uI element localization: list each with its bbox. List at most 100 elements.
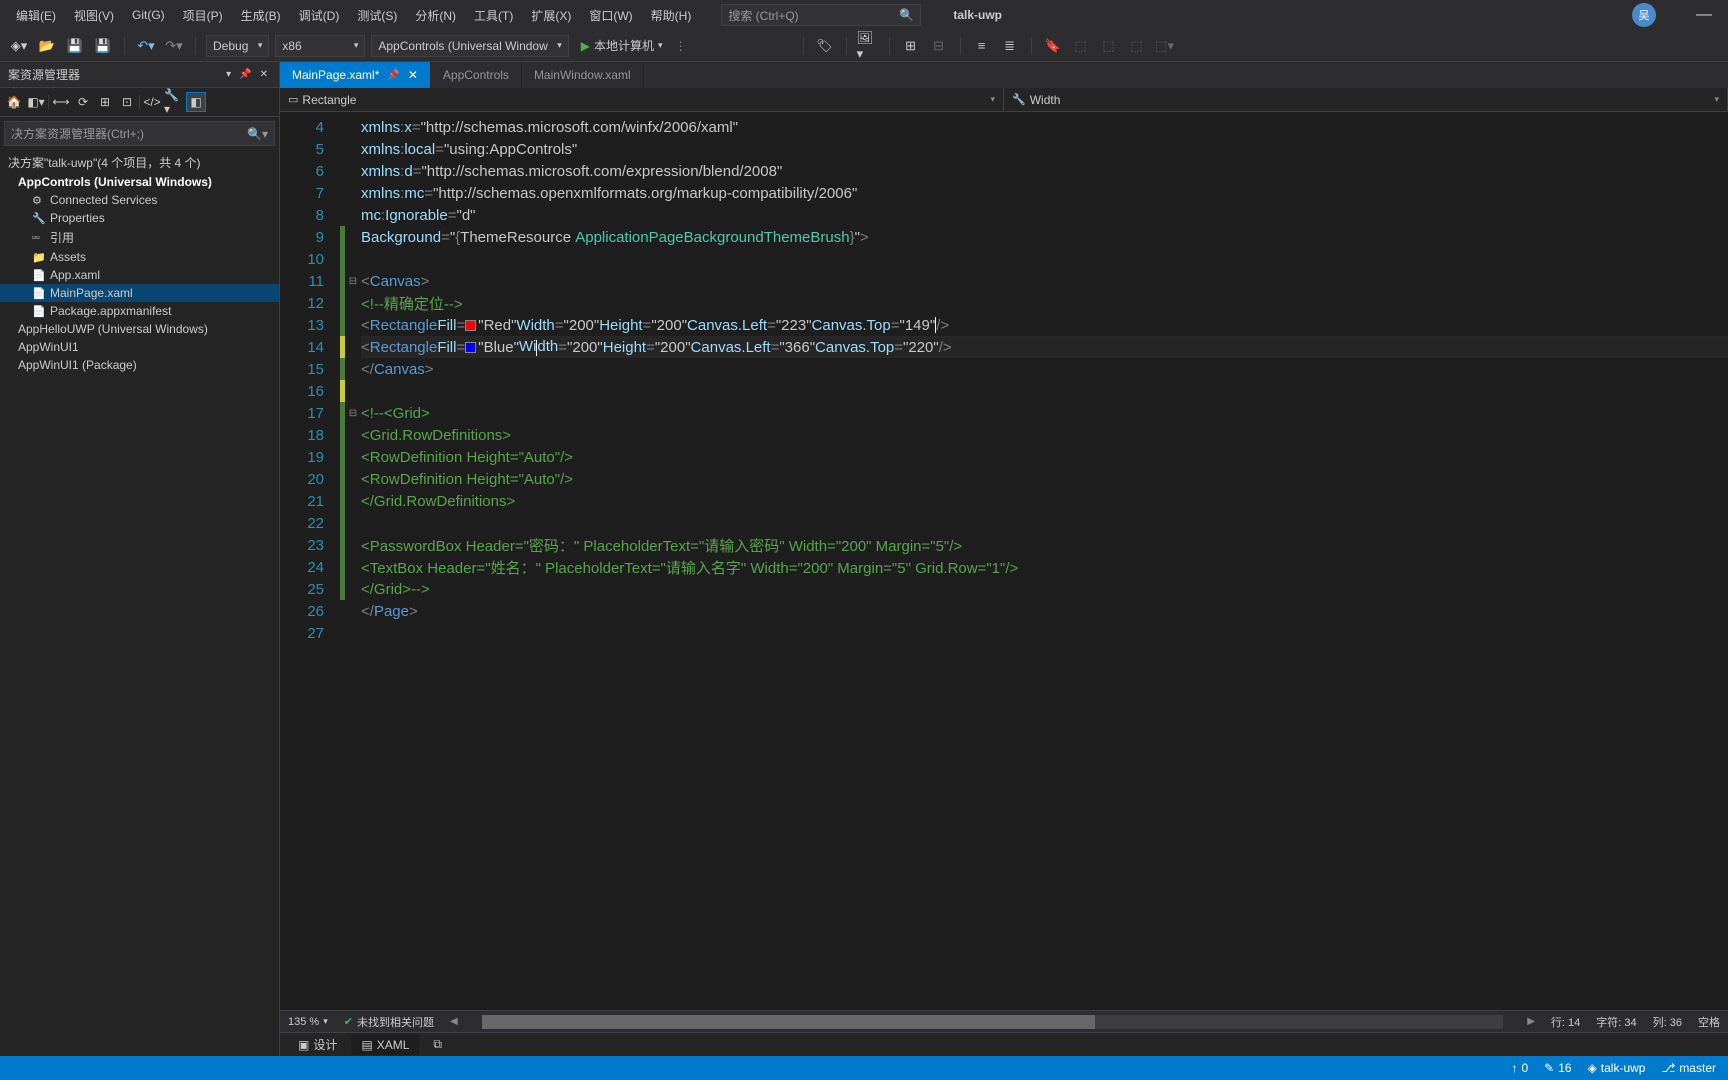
scroll-right-icon[interactable]: ▶ xyxy=(1527,1016,1535,1027)
tree-manifest[interactable]: 📄Package.appxmanifest xyxy=(0,302,279,320)
solution-title: talk-uwp xyxy=(953,8,1002,22)
menu-build[interactable]: 生成(B) xyxy=(233,3,289,28)
tb-icon-3[interactable]: ⊞ xyxy=(900,35,922,57)
pin-icon[interactable]: 📌 xyxy=(236,69,254,80)
explorer-header: 案资源管理器 ▾ 📌 ✕ xyxy=(0,62,279,88)
cursor-col: 列: 36 xyxy=(1653,1014,1682,1030)
menu-analyze[interactable]: 分析(N) xyxy=(407,3,464,28)
save-icon[interactable]: 💾 xyxy=(64,35,86,57)
issues-indicator[interactable]: ✔未找到相关问题 xyxy=(344,1014,434,1030)
solution-node[interactable]: 决方案"talk-uwp"(4 个项目，共 4 个) xyxy=(0,152,279,173)
designer-tabs: ▣设计 ▤XAML ⧉ xyxy=(280,1032,1728,1056)
et-1[interactable]: ◧▾ xyxy=(26,92,46,112)
close-icon[interactable]: ✕ xyxy=(408,68,418,82)
menu-view[interactable]: 视图(V) xyxy=(66,3,122,28)
et-2[interactable]: ⟷ xyxy=(51,92,71,112)
xaml-icon: ▤ xyxy=(361,1038,372,1052)
tree-connected-services[interactable]: ⚙Connected Services xyxy=(0,191,279,209)
close-icon[interactable]: ✕ xyxy=(257,69,271,80)
menu-debug[interactable]: 调试(D) xyxy=(291,3,348,28)
tb-icon-9[interactable]: ⬚ xyxy=(1098,35,1120,57)
new-icon[interactable]: ◈▾ xyxy=(8,35,30,57)
tb-icon-8[interactable]: ⬚ xyxy=(1070,35,1092,57)
menu-project[interactable]: 项目(P) xyxy=(175,3,231,28)
explorer-search[interactable]: 决方案资源管理器(Ctrl+;) 🔍▾ xyxy=(4,121,275,146)
menu-edit[interactable]: 编辑(E) xyxy=(8,3,64,28)
tree-app-xaml[interactable]: 📄App.xaml xyxy=(0,266,279,284)
open-icon[interactable]: 📂 xyxy=(36,35,58,57)
menu-help[interactable]: 帮助(H) xyxy=(643,3,700,28)
solution-explorer: 案资源管理器 ▾ 📌 ✕ 🏠 ◧▾ ⟷ ⟳ ⊞ ⊡ </> 🔧▾ ◧ 决方案资源… xyxy=(0,62,280,1056)
tb-icon-2[interactable]: 🖼▾ xyxy=(857,35,879,57)
dropdown-icon[interactable]: ▾ xyxy=(223,69,234,80)
project-appcontrols[interactable]: AppControls (Universal Windows) xyxy=(0,173,279,191)
scroll-left-icon[interactable]: ◀ xyxy=(450,1016,458,1027)
et-3[interactable]: ⊞ xyxy=(95,92,115,112)
nav-property-dropdown[interactable]: 🔧Width xyxy=(1004,88,1728,111)
tb-icon-10[interactable]: ⬚ xyxy=(1126,35,1148,57)
pending-changes[interactable]: ✎ 16 xyxy=(1544,1061,1571,1075)
indent-mode[interactable]: 空格 xyxy=(1698,1014,1720,1030)
pin-icon[interactable]: 📌 xyxy=(387,70,399,81)
search-icon: 🔍 xyxy=(899,8,914,22)
tree-references[interactable]: ▫▫引用 xyxy=(0,227,279,248)
target-dropdown[interactable]: AppControls (Universal Window xyxy=(371,35,568,57)
explorer-toolbar: 🏠 ◧▾ ⟷ ⟳ ⊞ ⊡ </> 🔧▾ ◧ xyxy=(0,88,279,117)
nav-element-dropdown[interactable]: ▭Rectangle xyxy=(280,88,1004,111)
tb-icon-1[interactable]: 🏷 xyxy=(814,35,836,57)
et-5[interactable]: </> xyxy=(142,92,162,112)
refresh-icon[interactable]: ⟳ xyxy=(73,92,93,112)
branch-name[interactable]: ⎇ master xyxy=(1661,1061,1716,1075)
more-icon[interactable]: ⋮ xyxy=(675,39,687,53)
et-4[interactable]: ⊡ xyxy=(117,92,137,112)
cursor-line: 行: 14 xyxy=(1551,1014,1580,1030)
platform-dropdown[interactable]: x86 xyxy=(275,35,365,57)
design-icon: ▣ xyxy=(298,1038,309,1052)
et-6[interactable]: ◧ xyxy=(186,92,206,112)
solution-tree: 决方案"talk-uwp"(4 个项目，共 4 个) AppControls (… xyxy=(0,150,279,1056)
xaml-tab[interactable]: ▤XAML xyxy=(351,1035,419,1055)
user-avatar[interactable]: 吴 xyxy=(1632,3,1656,27)
h-scrollbar[interactable] xyxy=(482,1015,1504,1029)
project-winui1[interactable]: AppWinUI1 xyxy=(0,338,279,356)
repo-name[interactable]: ◈ talk-uwp xyxy=(1588,1061,1646,1075)
tb-icon-5[interactable]: ≡ xyxy=(971,35,993,57)
menu-window[interactable]: 窗口(W) xyxy=(581,3,640,28)
tree-mainpage-xaml[interactable]: 📄MainPage.xaml xyxy=(0,284,279,302)
menu-bar: 编辑(E) 视图(V) Git(G) 项目(P) 生成(B) 调试(D) 测试(… xyxy=(0,0,1728,30)
check-icon: ✔ xyxy=(344,1015,353,1028)
run-button[interactable]: ▶ 本地计算机▾ xyxy=(575,37,669,54)
tb-icon-11[interactable]: ⬚▾ xyxy=(1154,35,1176,57)
undo-icon[interactable]: ↶▾ xyxy=(135,35,157,57)
saveall-icon[interactable]: 💾 xyxy=(92,35,114,57)
tree-assets[interactable]: 📁Assets xyxy=(0,248,279,266)
menu-git[interactable]: Git(G) xyxy=(124,4,173,26)
menu-extensions[interactable]: 扩展(X) xyxy=(523,3,579,28)
home-icon[interactable]: 🏠 xyxy=(4,92,24,112)
search-input[interactable]: 搜索 (Ctrl+Q) 🔍 xyxy=(721,4,921,26)
config-dropdown[interactable]: Debug xyxy=(206,35,269,57)
menu-tools[interactable]: 工具(T) xyxy=(466,3,521,28)
minimize-icon[interactable]: — xyxy=(1688,6,1720,24)
redo-icon[interactable]: ↷▾ xyxy=(163,35,185,57)
cursor-char: 字符: 34 xyxy=(1596,1014,1636,1030)
tb-icon-6[interactable]: ≣ xyxy=(999,35,1021,57)
tab-mainpage[interactable]: MainPage.xaml*📌✕ xyxy=(280,62,431,88)
wrench-icon[interactable]: 🔧▾ xyxy=(164,92,184,112)
menu-test[interactable]: 测试(S) xyxy=(349,3,405,28)
tab-appcontrols[interactable]: AppControls xyxy=(431,62,522,88)
zoom-level[interactable]: 135 % ▾ xyxy=(288,1016,328,1028)
status-bar: ↑ 0 ✎ 16 ◈ talk-uwp ⎇ master xyxy=(0,1056,1728,1080)
tab-mainwindow[interactable]: MainWindow.xaml xyxy=(522,62,644,88)
toolbar: ◈▾ 📂 💾 💾 ↶▾ ↷▾ Debug x86 AppControls (Un… xyxy=(0,30,1728,62)
design-tab[interactable]: ▣设计 xyxy=(288,1033,347,1056)
project-winui1-pkg[interactable]: AppWinUI1 (Package) xyxy=(0,356,279,374)
tb-icon-4[interactable]: ⊟ xyxy=(928,35,950,57)
popout-icon[interactable]: ⧉ xyxy=(423,1034,452,1055)
outgoing-commits[interactable]: ↑ 0 xyxy=(1511,1061,1528,1075)
tree-properties[interactable]: 🔧Properties xyxy=(0,209,279,227)
play-icon: ▶ xyxy=(581,39,590,53)
project-hellouwp[interactable]: AppHelloUWP (Universal Windows) xyxy=(0,320,279,338)
tb-icon-7[interactable]: 🔖 xyxy=(1042,35,1064,57)
code-editor[interactable]: 4567891011⊟121314151617⊟1819202122232425… xyxy=(280,112,1728,1010)
